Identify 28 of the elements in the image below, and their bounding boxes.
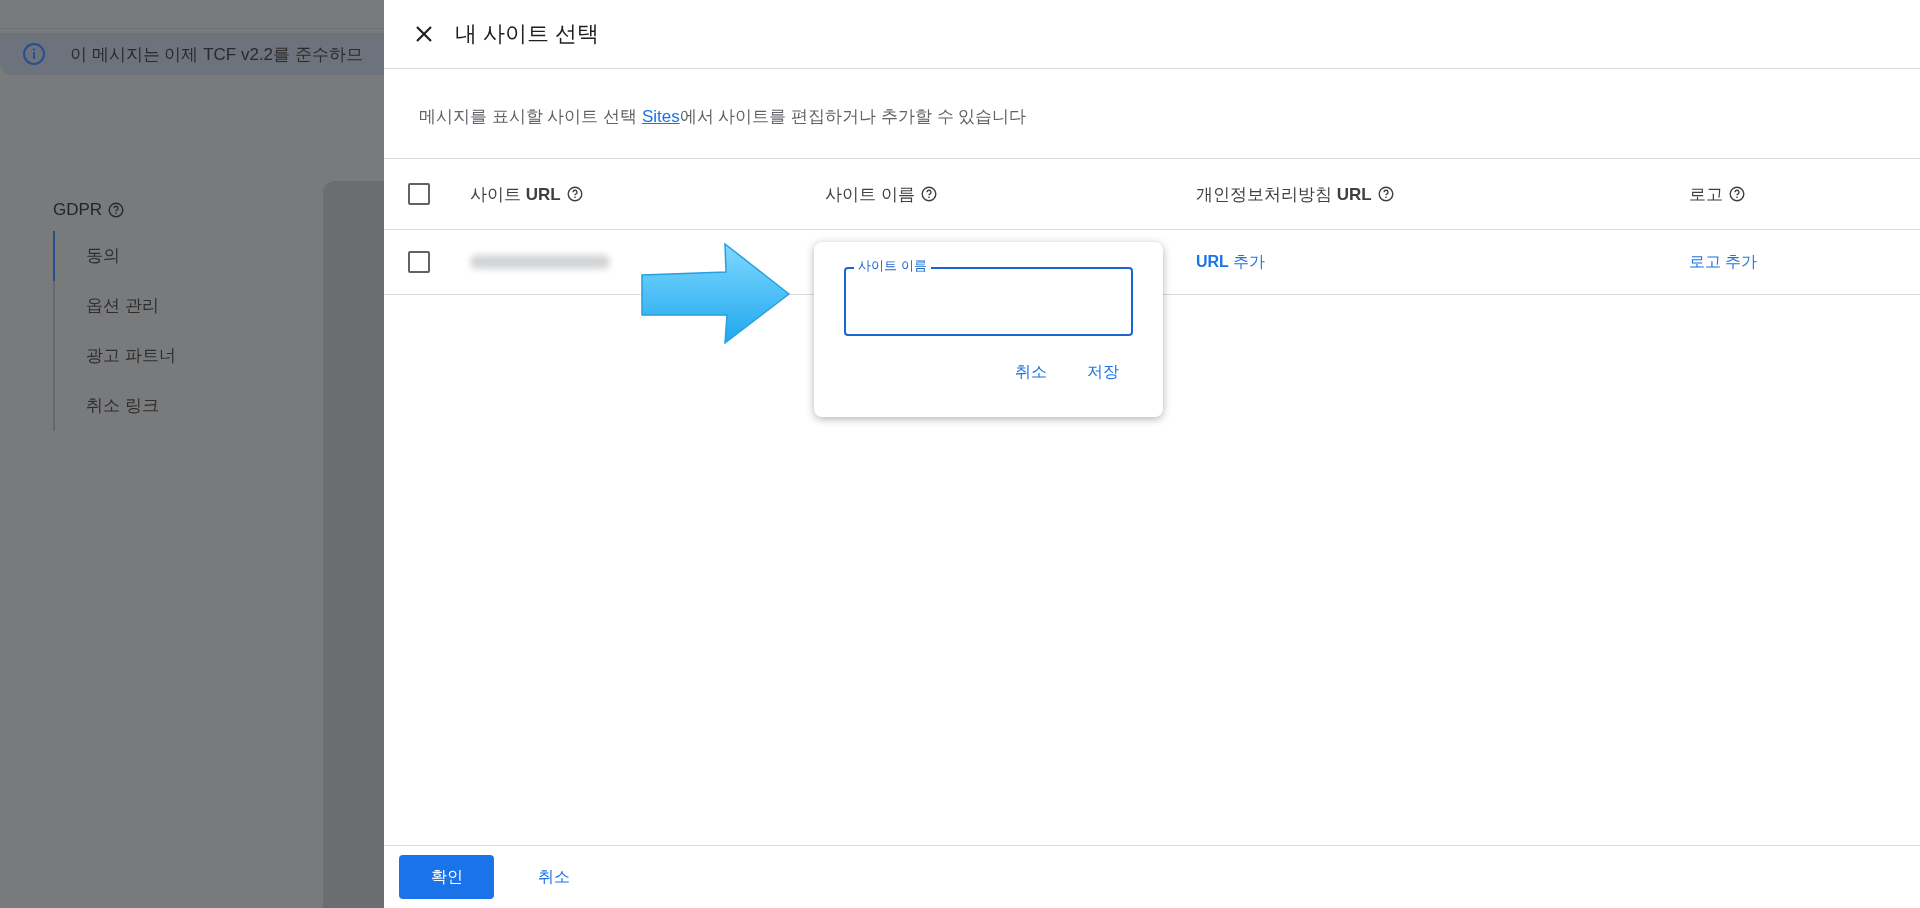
save-button[interactable]: 저장 [1073,354,1133,391]
help-icon [108,202,125,218]
field-label: 사이트 이름 [854,258,931,274]
section-title: GDPR [53,200,103,220]
banner-text: 이 메시지는 이제 TCF v2.2를 준수하므 [70,43,363,66]
add-url-link[interactable]: URL 추가 [1196,251,1266,273]
checkbox[interactable] [408,251,430,273]
sites-link[interactable]: Sites [641,107,680,126]
confirm-button[interactable]: 확인 [399,855,494,899]
info-icon [22,42,46,66]
cancel-button[interactable]: 취소 [1001,354,1061,391]
help-icon [566,186,583,202]
help-icon [1729,186,1745,202]
add-logo-link[interactable]: 로고 추가 [1689,251,1758,273]
nav-item[interactable]: 광고 파트너 [53,331,323,381]
cancel-button[interactable]: 취소 [522,855,586,899]
checkbox[interactable] [408,183,430,205]
nav-item[interactable]: 옵션 관리 [53,281,323,331]
help-icon [1377,186,1394,202]
help-icon [920,186,937,202]
column-header: 개인정보처리방침 URL [1196,183,1372,206]
column-header: 로고 [1689,183,1723,206]
nav-item[interactable]: 취소 링크 [53,381,323,431]
column-header: 사이트 URL [470,183,561,206]
description: 메시지를 표시할 사이트 선택 Sites에서 사이트를 편집하거나 추가할 수 있습니다 [384,69,1920,159]
dialog-title: 내 사이트 선택 [455,20,600,48]
column-header: 사이트 이름 [825,183,915,206]
close-icon[interactable] [415,25,433,43]
